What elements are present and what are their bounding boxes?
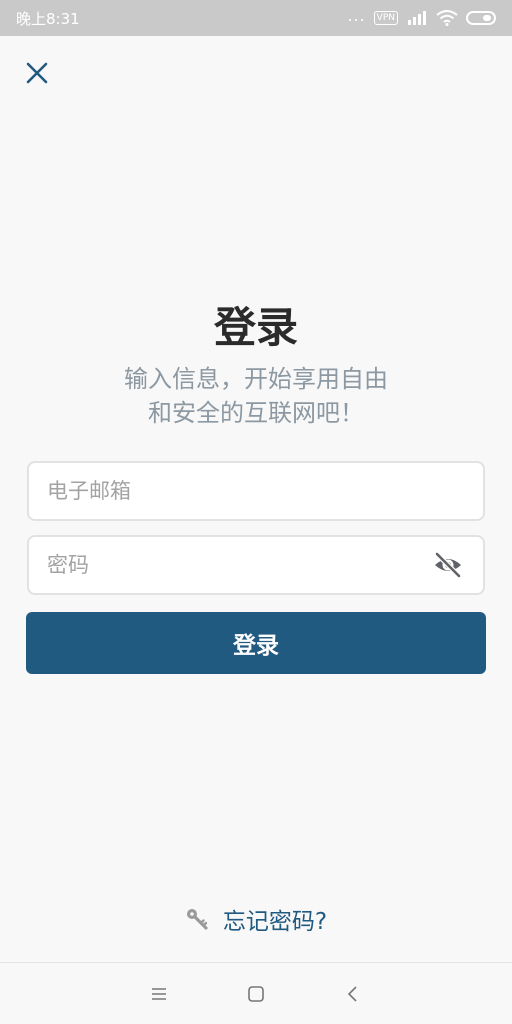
password-input[interactable] bbox=[47, 553, 431, 577]
status-time: 晚上8:31 bbox=[16, 9, 80, 28]
status-bar: 晚上8:31 ... VPN bbox=[0, 0, 512, 36]
password-visibility-toggle[interactable] bbox=[431, 548, 465, 582]
subtitle-line-1: 输入信息，开始享用自由 bbox=[124, 365, 388, 393]
page-title: 登录 bbox=[213, 303, 298, 352]
nav-back-button[interactable] bbox=[333, 974, 373, 1014]
status-dots: ... bbox=[347, 5, 366, 25]
wifi-icon bbox=[436, 10, 458, 26]
system-nav-bar bbox=[0, 962, 512, 1024]
page-subtitle: 输入信息，开始享用自由 和安全的互联网吧！ bbox=[56, 362, 456, 430]
login-button[interactable]: 登录 bbox=[26, 612, 486, 674]
login-screen: 晚上8:31 ... VPN 登录 输入信息，开始享用自由 和安全的互联网吧！ … bbox=[0, 0, 512, 1024]
forgot-password-link[interactable]: 忘记密码? bbox=[0, 902, 512, 936]
status-icons: ... VPN bbox=[347, 6, 498, 26]
signal-icon bbox=[406, 10, 428, 26]
email-field-container bbox=[27, 461, 485, 521]
vpn-badge: VPN bbox=[373, 11, 398, 25]
home-square-icon bbox=[248, 985, 264, 1002]
password-field-container bbox=[27, 535, 485, 595]
nav-home-button[interactable] bbox=[236, 974, 276, 1014]
email-input[interactable] bbox=[47, 479, 465, 503]
forgot-password-label: 忘记密码? bbox=[222, 909, 328, 935]
close-icon bbox=[26, 62, 48, 84]
nav-menu-button[interactable] bbox=[139, 974, 179, 1014]
back-chevron-icon bbox=[348, 985, 357, 1002]
battery-icon bbox=[466, 10, 498, 26]
subtitle-line-2: 和安全的互联网吧！ bbox=[148, 399, 364, 427]
eye-off-icon bbox=[434, 552, 462, 578]
close-button[interactable] bbox=[22, 58, 52, 88]
menu-icon bbox=[151, 987, 166, 1000]
key-icon bbox=[186, 909, 208, 930]
